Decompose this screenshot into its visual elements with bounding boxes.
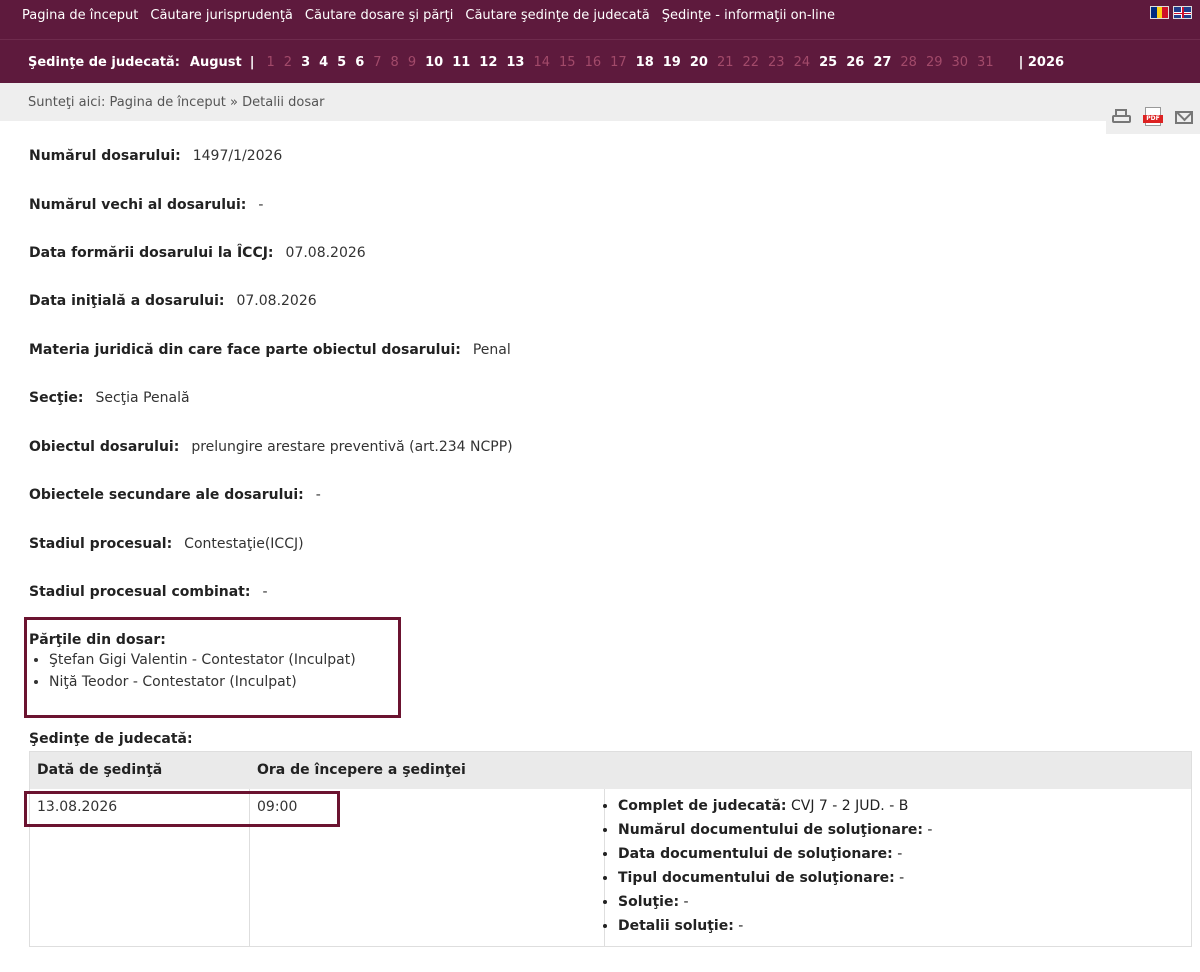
day-link-31: 31 — [977, 54, 994, 70]
menu-item-home[interactable]: Pagina de început — [22, 8, 138, 28]
parties-list: Ştefan Gigi Valentin - Contestator (Incu… — [29, 652, 356, 690]
day-link-4[interactable]: 4 — [319, 55, 328, 70]
top-header: Pagina de început Căutare jurisprudenţă … — [0, 0, 1200, 83]
table-header: Dată de şedinţă Ora de începere a şedinţ… — [30, 752, 1191, 789]
sessions-bar-month[interactable]: August — [190, 55, 242, 70]
day-link-1: 1 — [266, 54, 275, 70]
field-initial-date: Data iniţială a dosarului: 07.08.2026 — [29, 293, 317, 309]
sessions-title: Şedinţe de judecată: — [29, 731, 193, 747]
day-link-10[interactable]: 10 — [425, 55, 443, 70]
day-link-2: 2 — [283, 54, 293, 70]
day-link-27[interactable]: 27 — [873, 55, 891, 70]
list-item: Niţă Teodor - Contestator (Inculpat) — [49, 674, 356, 690]
email-icon[interactable] — [1173, 106, 1195, 128]
session-details-list: Complet de judecată: CVJ 7 - 2 JUD. - B … — [598, 797, 932, 941]
language-flags — [1150, 6, 1192, 19]
detail-doc-date: Data documentului de soluţionare: - — [618, 845, 932, 864]
sessions-bar-separator: | — [249, 54, 255, 70]
field-object: Obiectul dosarului: prelungire arestare p… — [29, 439, 513, 455]
field-secondary-objects: Obiectele secundare ale dosarului: - — [29, 487, 321, 503]
list-item: Ştefan Gigi Valentin - Contestator (Incu… — [49, 652, 356, 668]
day-link-8: 8 — [390, 54, 399, 70]
field-procedural-stage: Stadiul procesual: Contestaţie(ICCJ) — [29, 536, 304, 552]
sessions-bar-year[interactable]: | 2026 — [1019, 55, 1064, 70]
day-link-30: 30 — [951, 54, 969, 70]
day-link-13[interactable]: 13 — [506, 55, 524, 70]
field-case-number: Numărul dosarului: 1497/1/2026 — [29, 148, 283, 164]
day-link-24: 24 — [793, 54, 811, 70]
day-link-6[interactable]: 6 — [355, 55, 364, 70]
day-link-12[interactable]: 12 — [479, 55, 497, 70]
parties-label: Părţile din dosar: — [29, 632, 166, 648]
menu-item-session-search[interactable]: Căutare şedinţe de judecată — [465, 8, 649, 28]
detail-doc-number: Numărul documentului de soluţionare: - — [618, 821, 932, 840]
day-link-22: 22 — [742, 54, 760, 70]
main-menu: Pagina de început Căutare jurisprudenţă … — [22, 8, 847, 28]
sessions-day-list: 1 2 3 4 5 6 7 8 9 10 11 12 13 14 15 16 17 18 19 20 21 22 23 24 2… — [267, 55, 1003, 70]
detail-panel: Complet de judecată: CVJ 7 - 2 JUD. - B — [618, 797, 932, 816]
column-header-date: Dată de şedinţă — [37, 762, 163, 778]
field-legal-matter: Materia juridică din care face parte obi… — [29, 342, 511, 358]
day-link-29: 29 — [925, 54, 943, 70]
day-link-20[interactable]: 20 — [690, 55, 708, 70]
field-formation-date: Data formării dosarului la ÎCCJ: 07.08.20… — [29, 245, 366, 261]
flag-uk-icon[interactable] — [1173, 6, 1192, 19]
column-header-time: Ora de începere a şedinţei — [257, 762, 466, 778]
day-link-23: 23 — [768, 54, 785, 70]
pdf-icon[interactable]: PDF — [1142, 106, 1164, 128]
session-highlight-box — [24, 791, 340, 827]
field-section: Secţie: Secţia Penală — [29, 390, 190, 406]
field-combined-stage: Stadiul procesual combinat: - — [29, 584, 268, 600]
day-link-26[interactable]: 26 — [846, 55, 864, 70]
day-link-16: 16 — [584, 54, 602, 70]
day-link-18[interactable]: 18 — [636, 55, 654, 70]
day-link-3[interactable]: 3 — [301, 55, 310, 70]
parties-section: Părţile din dosar: Ştefan Gigi Valentin … — [29, 632, 356, 696]
print-icon[interactable] — [1111, 106, 1133, 128]
field-old-case-number: Numărul vechi al dosarului: - — [29, 197, 264, 213]
menu-item-sessions-online[interactable]: Şedinţe - informaţii on-line — [662, 8, 835, 28]
day-link-5[interactable]: 5 — [337, 55, 346, 70]
header-divider — [0, 39, 1200, 40]
day-link-25[interactable]: 25 — [819, 55, 837, 70]
detail-solution: Soluţie: - — [618, 893, 932, 912]
page-tools: PDF — [1106, 100, 1200, 134]
day-link-21: 21 — [716, 54, 734, 70]
detail-solution-details: Detalii soluţie: - — [618, 917, 932, 936]
day-link-28: 28 — [900, 54, 917, 70]
day-link-14: 14 — [533, 54, 551, 70]
day-link-17: 17 — [610, 54, 627, 70]
day-link-19[interactable]: 19 — [663, 55, 681, 70]
day-link-9: 9 — [407, 54, 417, 70]
day-link-15: 15 — [559, 54, 576, 70]
day-link-7: 7 — [373, 54, 382, 70]
menu-item-jurisprudence[interactable]: Căutare jurisprudenţă — [150, 8, 293, 28]
sessions-calendar-bar: Şedinţe de judecată: August | 1234567891… — [28, 52, 1064, 72]
breadcrumb: Sunteţi aici: Pagina de început » Detali… — [0, 83, 1200, 121]
sessions-bar-label: Şedinţe de judecată: — [28, 54, 180, 70]
flag-ro-icon[interactable] — [1150, 6, 1169, 19]
day-link-11[interactable]: 11 — [452, 55, 470, 70]
menu-item-case-search[interactable]: Căutare dosare şi părţi — [305, 8, 453, 28]
breadcrumb-text: Sunteţi aici: Pagina de început » Detali… — [28, 95, 325, 110]
detail-doc-type: Tipul documentului de soluţionare: - — [618, 869, 932, 888]
